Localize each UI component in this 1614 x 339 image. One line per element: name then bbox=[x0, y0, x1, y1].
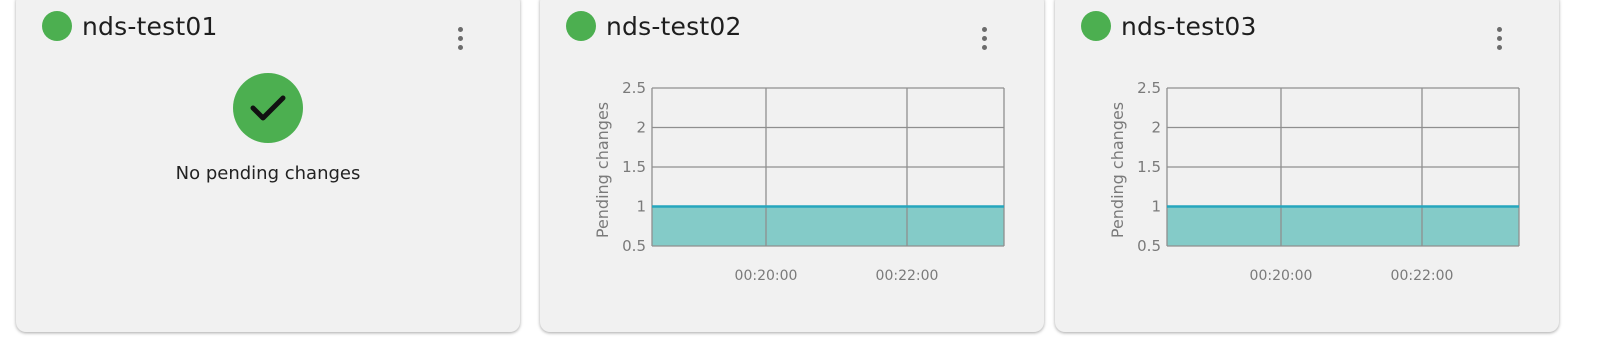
y-axis-label: Pending changes bbox=[593, 102, 612, 238]
node-card-3[interactable]: nds-test03 2.5 2 1.5 1 0.5 00:20:00 00:22:00 Pe… bbox=[1055, 0, 1559, 332]
status-panel: No pending changes bbox=[16, 73, 520, 184]
node-card-2[interactable]: nds-test02 2.5 2 1.5 1 0.5 00:20:00 00:22:00 Pe… bbox=[540, 0, 1044, 332]
series-area bbox=[652, 206, 1004, 246]
card-header: nds-test01 bbox=[42, 6, 218, 46]
y-tick-label: 2 bbox=[1151, 119, 1161, 137]
card-title: nds-test01 bbox=[82, 11, 218, 41]
x-tick-label: 00:20:00 bbox=[1250, 268, 1313, 284]
series-area bbox=[1167, 206, 1519, 246]
x-tick-label: 00:20:00 bbox=[735, 268, 798, 284]
pending-changes-chart: 2.5 2 1.5 1 0.5 00:20:00 00:22:00 Pending chang… bbox=[1108, 79, 1520, 284]
y-tick-label: 0.5 bbox=[622, 237, 646, 255]
y-tick-label: 2.5 bbox=[622, 79, 646, 97]
status-message: No pending changes bbox=[175, 163, 361, 184]
y-tick-label: 1.5 bbox=[1137, 158, 1161, 176]
more-vertical-icon[interactable] bbox=[448, 20, 472, 56]
y-tick-label: 2.5 bbox=[1137, 79, 1161, 97]
y-axis-label: Pending changes bbox=[1108, 102, 1127, 238]
node-card-1[interactable]: nds-test01 No pending changes bbox=[16, 0, 520, 332]
online-status-icon bbox=[42, 11, 72, 41]
pending-changes-chart: 2.5 2 1.5 1 0.5 00:20:00 00:22:00 Pending chang… bbox=[593, 79, 1005, 284]
checkmark-icon bbox=[233, 73, 303, 143]
x-tick-label: 00:22:00 bbox=[876, 268, 939, 284]
y-tick-label: 0.5 bbox=[1137, 237, 1161, 255]
y-tick-label: 1.5 bbox=[622, 158, 646, 176]
y-tick-label: 2 bbox=[636, 119, 646, 137]
y-tick-label: 1 bbox=[1151, 198, 1161, 216]
x-tick-label: 00:22:00 bbox=[1391, 268, 1454, 284]
y-tick-label: 1 bbox=[636, 198, 646, 216]
